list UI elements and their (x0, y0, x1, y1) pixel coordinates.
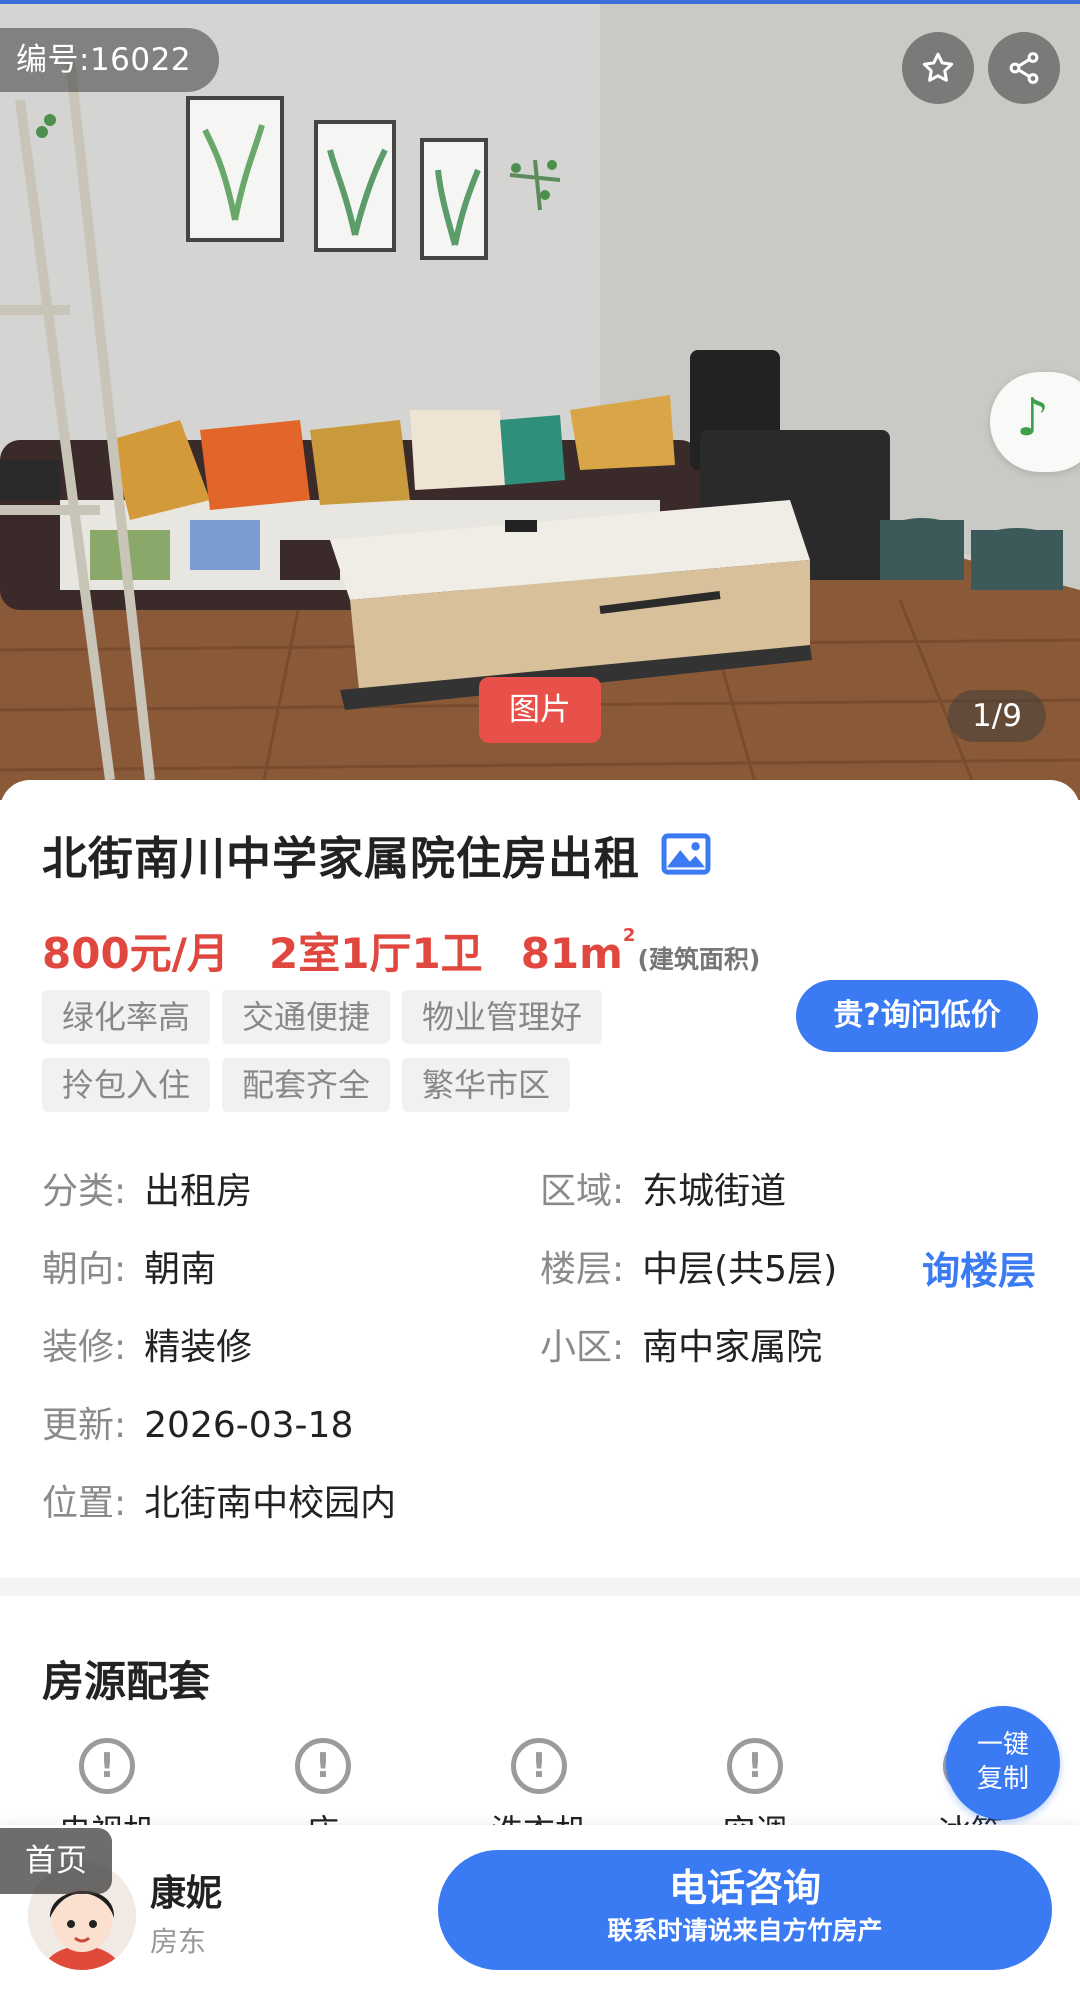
attr-floor: 楼层: 中层(共5层) (540, 1240, 837, 1292)
price-row: 800元/月 2室1厅1卫 81m2 (建筑面积) (42, 920, 760, 981)
agent-name: 康妮 (150, 1873, 223, 1914)
attr-key: 装修: (42, 1327, 127, 1368)
attr-value: 南中家属院 (642, 1327, 823, 1368)
photo-counter: 1/9 (948, 690, 1046, 742)
attr-value: 中层(共5层) (642, 1249, 838, 1290)
attr-orientation: 朝向: 朝南 (42, 1240, 216, 1292)
floor-area-value: 81m (520, 929, 623, 978)
attr-key: 更新: (42, 1405, 127, 1446)
exclamation-circle-icon: ! (295, 1738, 351, 1794)
attr-location: 位置: 北街南中校园内 (42, 1474, 396, 1526)
one-click-copy-button[interactable]: 一键 复制 (946, 1706, 1060, 1820)
attr-value: 北街南中校园内 (144, 1483, 397, 1524)
room-layout: 2室1厅1卫 (269, 929, 483, 978)
exclamation-circle-icon: ! (511, 1738, 567, 1794)
listing-id-badge: 编号:16022 (0, 28, 220, 92)
attr-value: 精装修 (144, 1327, 253, 1368)
attr-community: 小区: 南中家属院 (540, 1318, 822, 1370)
attr-value: 东城街道 (642, 1171, 787, 1212)
attr-category: 分类: 出租房 (42, 1162, 252, 1214)
feature-tag: 物业管理好 (402, 990, 603, 1044)
attr-key: 位置: (42, 1483, 127, 1524)
floor-area: 81m2 (520, 925, 636, 978)
agent-role: 房东 (150, 1925, 207, 1958)
attr-value: 2026-03-18 (144, 1405, 354, 1446)
phone-consult-note: 联系时请说来自方竹房产 (607, 1916, 883, 1945)
attr-key: 楼层: (540, 1249, 625, 1290)
photo-tab[interactable]: 图片 (479, 677, 601, 743)
section-divider (0, 1578, 1080, 1596)
ask-floor-link[interactable]: 询楼层 (922, 1240, 1036, 1295)
exclamation-circle-icon: ! (727, 1738, 783, 1794)
favorite-button[interactable] (902, 32, 974, 104)
area-note: (建筑面积) (637, 945, 761, 974)
music-toggle-button[interactable]: ♪ (990, 372, 1080, 472)
rent-price: 800元/月 (42, 929, 230, 978)
share-icon (1009, 52, 1039, 84)
feature-tag: 交通便捷 (222, 990, 391, 1044)
home-button[interactable]: 首页 (0, 1828, 112, 1894)
feature-tag: 拎包入住 (42, 1058, 211, 1112)
hero-photo[interactable]: 编号:16022 ♪ 图片 1/9 (0, 0, 1080, 800)
top-accent-line (0, 0, 1080, 4)
title-row: 北街南川中学家属院住房出租 (42, 820, 712, 888)
copy-button-line2: 复制 (976, 1764, 1029, 1794)
image-gallery-icon[interactable] (660, 833, 712, 875)
attr-updated: 更新: 2026-03-18 (42, 1396, 353, 1448)
phone-consult-label: 电话咨询 (668, 1866, 821, 1910)
attr-key: 区域: (540, 1171, 625, 1212)
feature-tag: 绿化率高 (42, 990, 211, 1044)
attr-value: 出租房 (144, 1171, 253, 1212)
exclamation-circle-icon: ! (79, 1738, 135, 1794)
facilities-title: 房源配套 (42, 1657, 211, 1706)
listing-page: 编号:16022 ♪ 图片 1/9 北街南川中学家属院住房出租 800元/月 2… (0, 0, 1080, 2005)
attr-key: 分类: (42, 1171, 127, 1212)
feature-tag: 繁华市区 (402, 1058, 571, 1112)
attr-district: 区域: 东城街道 (540, 1162, 786, 1214)
share-button[interactable] (988, 32, 1060, 104)
copy-button-line1: 一键 (976, 1730, 1029, 1760)
attr-key: 朝向: (42, 1249, 127, 1290)
ask-lower-price-button[interactable]: 贵?询问低价 (796, 980, 1038, 1052)
phone-consult-button[interactable]: 电话咨询 联系时请说来自方竹房产 (438, 1850, 1052, 1970)
listing-title: 北街南川中学家属院住房出租 (42, 831, 641, 885)
attr-decoration: 装修: 精装修 (42, 1318, 252, 1370)
star-icon (922, 52, 954, 82)
attr-value: 朝南 (144, 1249, 217, 1290)
feature-tag: 配套齐全 (222, 1058, 391, 1112)
attr-key: 小区: (540, 1327, 625, 1368)
area-unit-superscript: 2 (622, 925, 636, 946)
music-note-icon: ♪ (1016, 388, 1050, 448)
